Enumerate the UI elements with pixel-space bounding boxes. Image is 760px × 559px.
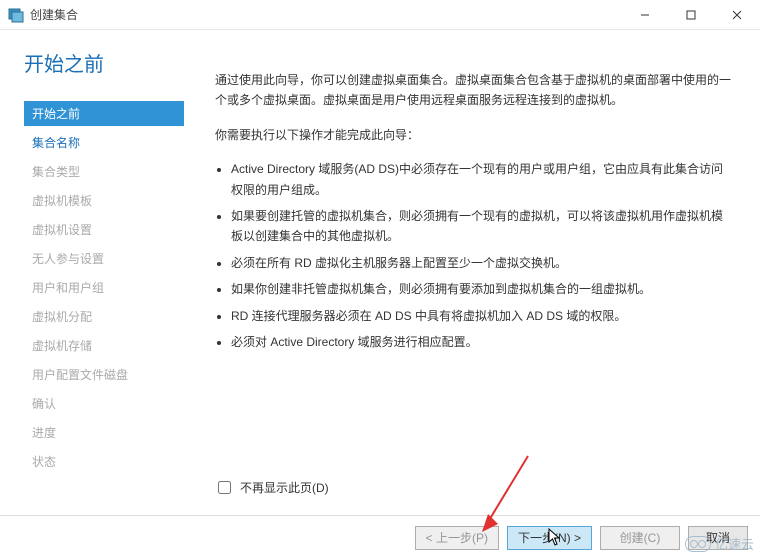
wizard-nav: 开始之前集合名称集合类型虚拟机模板虚拟机设置无人参与设置用户和用户组虚拟机分配虚… [24,101,196,474]
nav-step-6: 用户和用户组 [24,275,196,300]
must-text: 你需要执行以下操作才能完成此向导： [215,125,732,145]
nav-step-12: 状态 [24,449,196,474]
nav-step-5: 无人参与设置 [24,246,196,271]
page-title: 开始之前 [24,48,196,77]
requirement-item: 必须对 Active Directory 域服务进行相应配置。 [231,332,732,352]
requirement-item: 如果你创建非托管虚拟机集合，则必须拥有要添加到虚拟机集合的一组虚拟机。 [231,279,732,299]
skip-checkbox[interactable] [218,481,231,494]
main-pane: 通过使用此向导，你可以创建虚拟桌面集合。虚拟桌面集合包含基于虚拟机的桌面部署中使… [196,30,760,515]
nav-step-4: 虚拟机设置 [24,217,196,242]
nav-step-2: 集合类型 [24,159,196,184]
close-button[interactable] [714,0,760,30]
nav-step-7: 虚拟机分配 [24,304,196,329]
create-button: 创建(C) [600,526,680,550]
content-area: 开始之前 开始之前集合名称集合类型虚拟机模板虚拟机设置无人参与设置用户和用户组虚… [0,30,760,515]
left-pane: 开始之前 开始之前集合名称集合类型虚拟机模板虚拟机设置无人参与设置用户和用户组虚… [0,30,196,515]
intro-text: 通过使用此向导，你可以创建虚拟桌面集合。虚拟桌面集合包含基于虚拟机的桌面部署中使… [215,70,732,111]
nav-step-11: 进度 [24,420,196,445]
requirement-item: 如果要创建托管的虚拟机集合，则必须拥有一个现有的虚拟机，可以将该虚拟机用作虚拟机… [231,206,732,247]
requirement-item: RD 连接代理服务器必须在 AD DS 中具有将虚拟机加入 AD DS 域的权限… [231,306,732,326]
requirement-list: Active Directory 域服务(AD DS)中必须存在一个现有的用户或… [215,159,732,352]
next-button[interactable]: 下一步(N) > [507,526,592,550]
nav-step-8: 虚拟机存储 [24,333,196,358]
skip-checkbox-row[interactable]: 不再显示此页(D) [214,478,329,497]
prev-button: < 上一步(P) [415,526,499,550]
nav-step-3: 虚拟机模板 [24,188,196,213]
nav-step-0[interactable]: 开始之前 [24,101,184,126]
nav-step-9: 用户配置文件磁盘 [24,362,196,387]
maximize-button[interactable] [668,0,714,30]
skip-checkbox-label: 不再显示此页(D) [240,479,329,496]
button-bar: < 上一步(P) 下一步(N) > 创建(C) 取消 [0,515,760,559]
nav-step-10: 确认 [24,391,196,416]
nav-step-1[interactable]: 集合名称 [24,130,196,155]
titlebar: 创建集合 [0,0,760,30]
window-title: 创建集合 [30,6,78,23]
requirement-item: Active Directory 域服务(AD DS)中必须存在一个现有的用户或… [231,159,732,200]
app-icon [8,7,24,23]
minimize-button[interactable] [622,0,668,30]
cancel-button[interactable]: 取消 [688,526,748,550]
requirement-item: 必须在所有 RD 虚拟化主机服务器上配置至少一个虚拟交换机。 [231,253,732,273]
